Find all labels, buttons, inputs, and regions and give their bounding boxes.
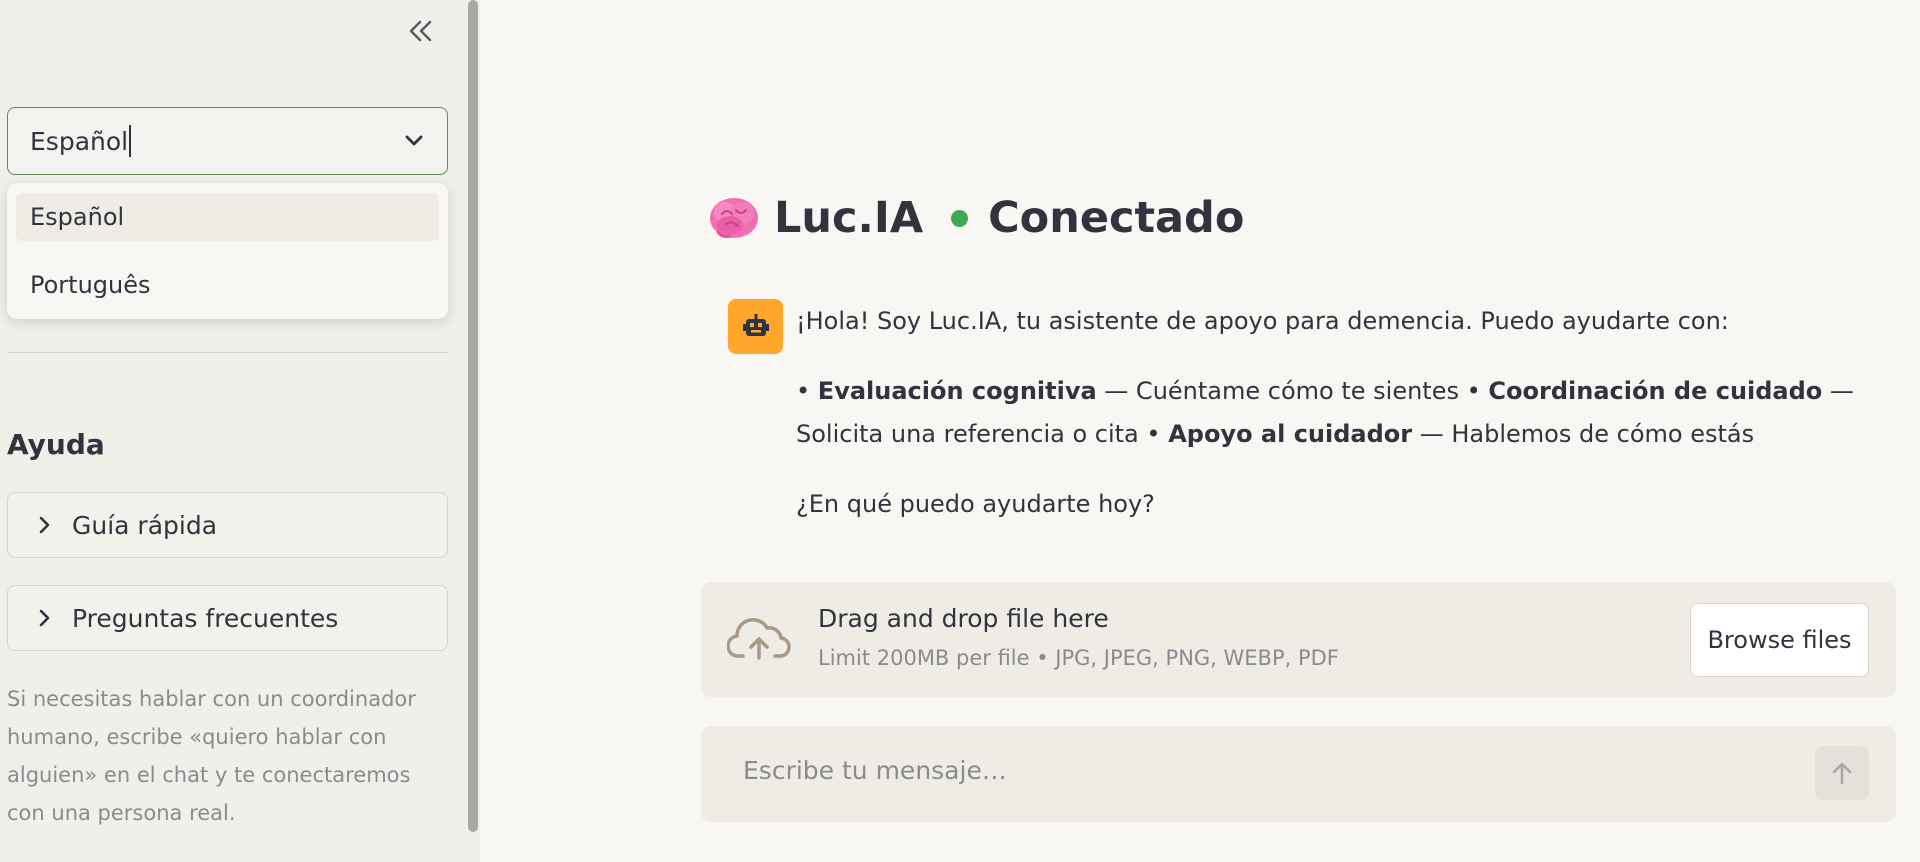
help-note: Si necesitas hablar con un coordinador h…: [7, 687, 416, 825]
browse-files-button[interactable]: Browse files: [1690, 603, 1869, 677]
capability-desc: — Hablemos de cómo estás: [1412, 420, 1755, 448]
language-select-value: Español: [30, 126, 129, 156]
message-capabilities: • Evaluación cognitiva — Cuéntame cómo t…: [796, 377, 1854, 448]
sidebar-divider: [7, 352, 448, 353]
arrow-up-icon: [1832, 762, 1852, 785]
sidebar: Español Español Português Ayuda Guía ráp…: [0, 0, 480, 862]
bot-avatar: [728, 299, 783, 354]
capability-title: Coordinación de cuidado: [1488, 377, 1823, 405]
app-name: Luc.IA: [774, 193, 924, 243]
text-cursor: [129, 125, 132, 157]
sidebar-scrollbar-thumb[interactable]: [468, 0, 478, 832]
collapse-sidebar-button[interactable]: [404, 14, 438, 48]
status-dot: [951, 209, 969, 227]
language-select[interactable]: Español: [7, 107, 448, 175]
language-option-espanol[interactable]: Español: [16, 193, 439, 241]
faq-expander[interactable]: Preguntas frecuentes: [7, 585, 448, 651]
faq-label: Preguntas frecuentes: [72, 603, 339, 633]
drag-drop-text: Drag and drop file here: [818, 604, 1109, 633]
quick-guide-expander[interactable]: Guía rápida: [7, 492, 448, 558]
connection-status: Conectado: [988, 193, 1245, 243]
language-dropdown-menu: Español Português: [7, 183, 448, 319]
assistant-message: ¡Hola! Soy Luc.IA, tu asistente de apoyo…: [796, 300, 1866, 553]
capability-desc: — Cuéntame cómo te sientes: [1096, 377, 1467, 405]
upload-limit-text: Limit 200MB per file • JPG, JPEG, PNG, W…: [818, 646, 1339, 670]
language-option-portugues[interactable]: Português: [16, 261, 439, 309]
cloud-upload-icon: [727, 618, 791, 660]
capability-title: Apoyo al cuidador: [1168, 420, 1413, 448]
help-heading: Ayuda: [7, 428, 105, 461]
page-title: Luc.IA Conectado: [708, 188, 1244, 248]
capability-title: Evaluación cognitiva: [817, 377, 1097, 405]
message-intro: ¡Hola! Soy Luc.IA, tu asistente de apoyo…: [796, 307, 1729, 335]
file-uploader[interactable]: Drag and drop file here Limit 200MB per …: [701, 582, 1896, 697]
quick-guide-label: Guía rápida: [72, 510, 218, 540]
chevron-right-icon: [39, 516, 50, 534]
chat-input-placeholder: Escribe tu mensaje…: [743, 756, 1007, 785]
app: Español Español Português Ayuda Guía ráp…: [0, 0, 1920, 862]
chat-input[interactable]: Escribe tu mensaje…: [701, 726, 1896, 822]
send-button[interactable]: [1815, 746, 1869, 800]
message-question: ¿En qué puedo ayudarte hoy?: [796, 490, 1155, 518]
chevron-right-icon: [39, 609, 50, 627]
brain-icon: [710, 198, 758, 238]
chevron-down-icon: [405, 135, 423, 146]
double-chevron-left-icon: [409, 20, 432, 42]
robot-icon: [742, 313, 769, 336]
